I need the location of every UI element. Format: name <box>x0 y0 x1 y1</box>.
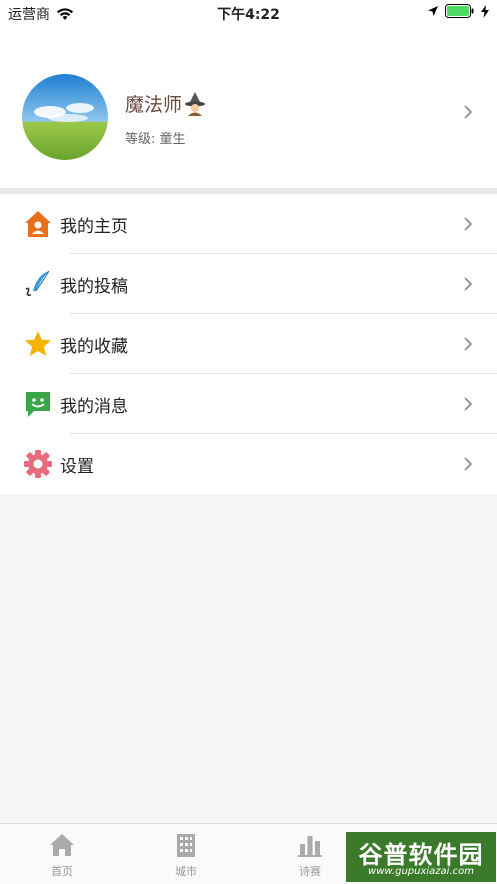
avatar[interactable] <box>22 74 108 160</box>
menu-item-label: 设置 <box>60 457 94 477</box>
watermark-title: 谷普软件园 <box>358 841 484 869</box>
home-icon <box>50 834 74 856</box>
menu-item-label: 我的消息 <box>60 397 128 417</box>
menu-list: 我的主页 我的投稿 我的收藏 我的消息 设置 <box>0 194 497 494</box>
chevron-right-icon <box>464 457 473 471</box>
building-icon <box>177 834 195 857</box>
chevron-right-icon <box>464 337 473 351</box>
tab-home[interactable]: 首页 <box>0 824 124 884</box>
bar-chart-icon <box>298 836 322 857</box>
nickname: 魔法师 <box>125 90 206 117</box>
chevron-right-icon <box>464 217 473 231</box>
menu-item-favorites[interactable]: 我的收藏 <box>0 314 497 374</box>
user-level: 等级: 童生 <box>125 132 186 147</box>
message-icon <box>26 392 50 417</box>
gear-icon <box>24 450 52 478</box>
home-icon <box>25 211 51 237</box>
nickname-text: 魔法师 <box>125 94 183 116</box>
menu-item-messages[interactable]: 我的消息 <box>0 374 497 434</box>
location-arrow-icon <box>428 6 438 16</box>
watermark-url: www.gupuxiazai.com <box>368 866 474 877</box>
menu-item-label: 我的投稿 <box>60 277 128 297</box>
menu-item-home[interactable]: 我的主页 <box>0 194 497 254</box>
status-bar: 运营商 下午4:22 <box>0 0 497 24</box>
watermark: 谷普软件园 www.gupuxiazai.com <box>346 832 496 882</box>
tab-label: 首页 <box>51 865 73 878</box>
chevron-right-icon <box>464 397 473 411</box>
menu-item-label: 我的主页 <box>60 217 128 237</box>
menu-item-settings[interactable]: 设置 <box>0 434 497 494</box>
profile-card[interactable]: 魔法师 等级: 童生 <box>0 24 497 188</box>
menu-item-label: 我的收藏 <box>60 337 128 357</box>
status-time: 下午4:22 <box>217 7 280 23</box>
quill-icon <box>25 270 50 296</box>
battery-icon <box>445 4 474 18</box>
star-icon <box>25 331 51 356</box>
wizard-icon <box>185 91 206 116</box>
charging-bolt-icon <box>481 4 489 18</box>
menu-item-submissions[interactable]: 我的投稿 <box>0 254 497 314</box>
tab-city[interactable]: 城市 <box>124 824 248 884</box>
chevron-right-icon <box>464 277 473 291</box>
tab-label: 城市 <box>175 865 197 878</box>
chevron-right-icon <box>464 105 473 119</box>
